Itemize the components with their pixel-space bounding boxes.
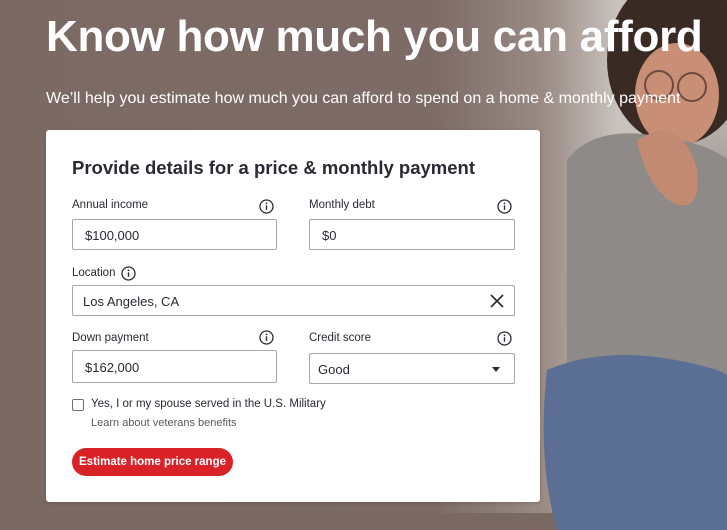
annual-income-label: Annual income — [72, 199, 149, 211]
location-info-icon[interactable] — [121, 266, 136, 281]
credit-score-info-icon[interactable] — [497, 331, 512, 346]
monthly-debt-label: Monthly debt — [309, 199, 375, 211]
affordability-form-card: Provide details for a price & monthly pa… — [46, 130, 540, 502]
down-payment-input[interactable]: $162,000 — [72, 350, 277, 383]
military-checkbox-label[interactable]: Yes, I or my spouse served in the U.S. M… — [91, 398, 326, 410]
veterans-benefits-link[interactable]: Learn about veterans benefits — [91, 417, 237, 429]
caret-down-icon — [492, 367, 500, 372]
credit-score-value: Good — [318, 362, 350, 377]
page-subtitle: We’ll help you estimate how much you can… — [46, 90, 681, 107]
annual-income-input[interactable]: $100,000 — [72, 219, 277, 250]
clear-location-close-icon[interactable] — [490, 294, 504, 308]
credit-score-label: Credit score — [309, 332, 371, 344]
location-label: Location — [72, 267, 116, 279]
location-input[interactable]: Los Angeles, CA — [72, 285, 515, 316]
form-title: Provide details for a price & monthly pa… — [72, 157, 475, 178]
location-value: Los Angeles, CA — [83, 294, 180, 309]
annual-income-info-icon[interactable] — [259, 199, 274, 214]
monthly-debt-info-icon[interactable] — [497, 199, 512, 214]
monthly-debt-input[interactable]: $0 — [309, 219, 515, 250]
down-payment-value: $162,000 — [85, 360, 140, 375]
down-payment-label: Down payment — [72, 332, 149, 344]
estimate-home-price-button[interactable]: Estimate home price range — [72, 448, 233, 476]
monthly-debt-value: $0 — [322, 228, 337, 243]
annual-income-value: $100,000 — [85, 228, 140, 243]
page-title: Know how much you can afford — [46, 12, 703, 61]
credit-score-select[interactable]: Good — [309, 353, 515, 384]
hero-person-image — [543, 0, 727, 530]
down-payment-info-icon[interactable] — [259, 330, 274, 345]
military-checkbox[interactable] — [72, 399, 84, 411]
